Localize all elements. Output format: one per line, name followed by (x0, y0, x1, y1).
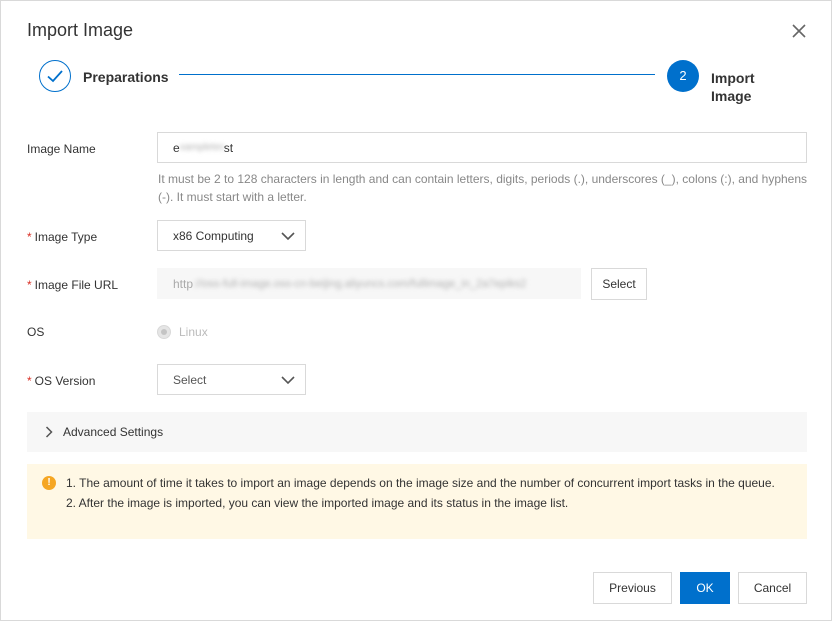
image-name-value-prefix: e (173, 140, 180, 155)
image-file-url-label: * Image File URL (27, 278, 118, 292)
os-version-placeholder: Select (173, 372, 207, 387)
os-label: OS (27, 325, 45, 339)
image-name-value-obscured: xampletest (179, 142, 224, 153)
notice-line-1: 1. The amount of time it takes to import… (66, 476, 775, 490)
chevron-down-icon (281, 231, 295, 240)
image-type-label: * Image Type (27, 230, 97, 244)
os-linux-radio[interactable] (157, 325, 171, 339)
chevron-right-icon (45, 426, 53, 438)
image-name-hint: It must be 2 to 128 characters in length… (158, 172, 808, 204)
notice-line-2: 2. After the image is imported, you can … (66, 496, 569, 510)
step-2-label: Import Image (711, 70, 755, 104)
os-version-label-text: OS Version (34, 374, 96, 388)
image-name-input[interactable]: e xampletest st (157, 132, 807, 163)
step-1-label: Preparations (83, 69, 169, 85)
required-mark: * (27, 230, 32, 244)
image-name-label: Image Name (27, 142, 96, 156)
os-linux-label: Linux (179, 325, 208, 339)
image-file-url-value-prefix: http (173, 276, 194, 291)
image-file-url-value-obscured: ://oss-full-image.oss-cn-beijing.aliyunc… (193, 277, 527, 290)
image-type-label-text: Image Type (34, 230, 98, 244)
select-file-button[interactable]: Select (591, 268, 647, 300)
close-icon[interactable] (789, 21, 809, 41)
dialog-title: Import Image (27, 20, 134, 40)
previous-button[interactable]: Previous (593, 572, 672, 604)
advanced-settings-toggle[interactable]: Advanced Settings (27, 412, 807, 452)
ok-button[interactable]: OK (680, 572, 730, 604)
image-type-value: x86 Computing (173, 228, 254, 243)
image-file-url-input[interactable]: http://oss-full-image.oss-cn-beijing.ali… (157, 268, 581, 299)
warning-icon: ! (42, 476, 56, 490)
step-connector (179, 74, 655, 75)
os-version-label: * OS Version (27, 374, 95, 388)
image-name-value-suffix: st (223, 140, 234, 155)
step-2-number: 2 (667, 60, 699, 92)
import-image-dialog: Import Image Preparations 2 Import Image… (0, 0, 832, 621)
image-type-select[interactable]: x86 Computing (157, 220, 306, 251)
required-mark: * (27, 278, 32, 292)
advanced-settings-label: Advanced Settings (63, 425, 164, 439)
notice-text: 1. The amount of time it takes to import… (66, 473, 786, 513)
os-version-select[interactable]: Select (157, 364, 306, 395)
chevron-down-icon (281, 375, 295, 384)
step-1-check-icon (39, 60, 71, 92)
image-file-url-label-text: Image File URL (34, 278, 119, 292)
import-notice: ! 1. The amount of time it takes to impo… (27, 464, 807, 539)
required-mark: * (27, 374, 32, 388)
cancel-button[interactable]: Cancel (738, 572, 807, 604)
